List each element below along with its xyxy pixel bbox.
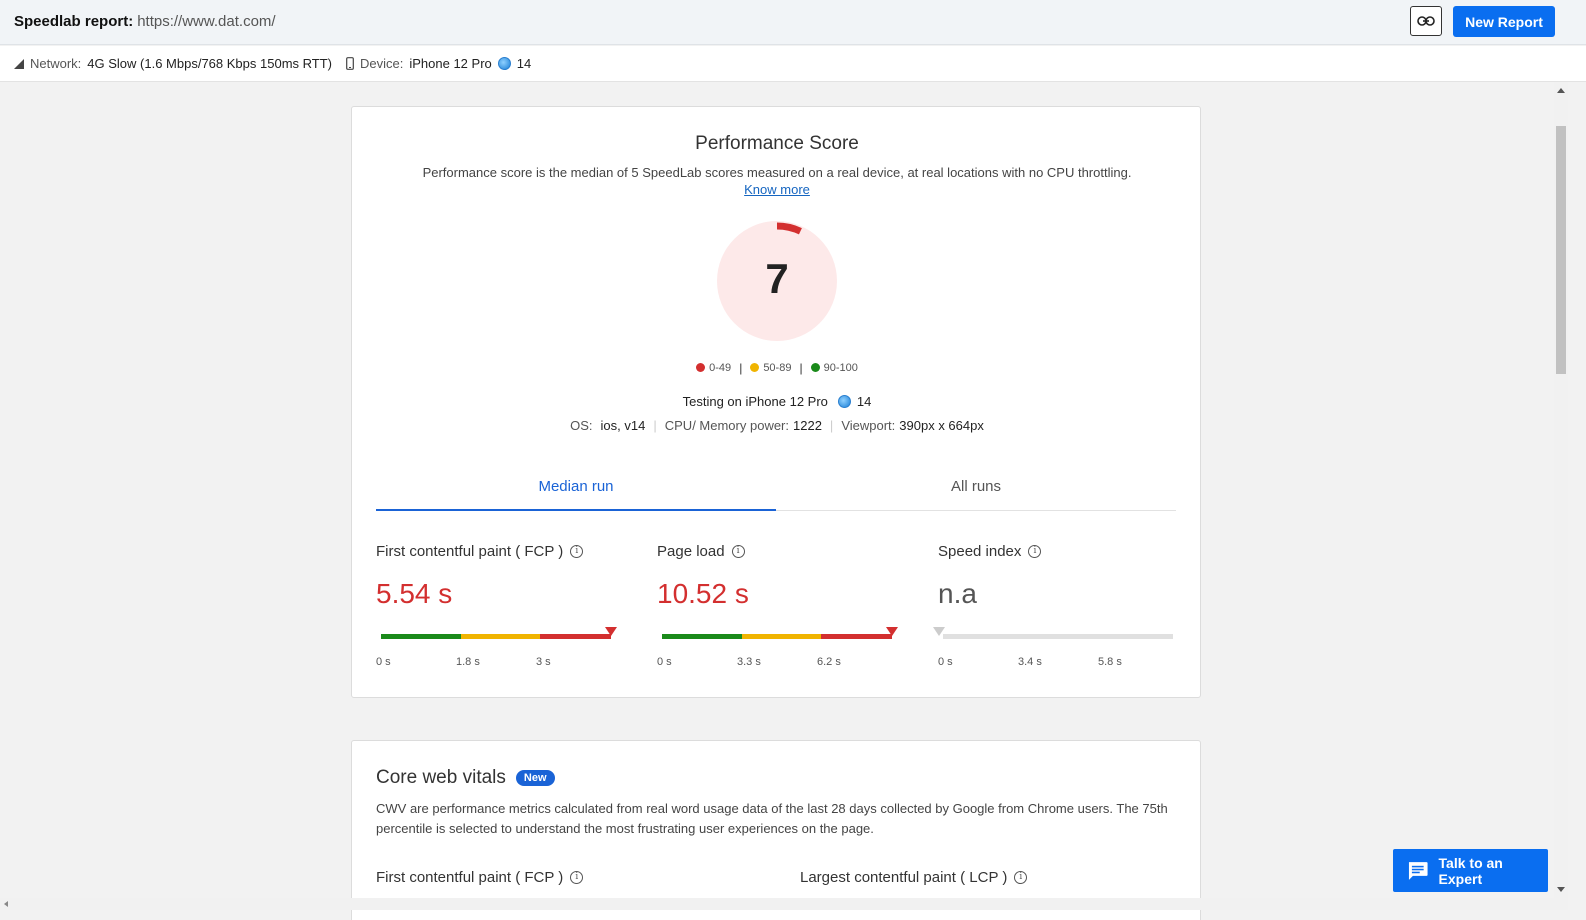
safari-icon: [837, 395, 851, 408]
legend-average: 50-89: [750, 362, 791, 374]
tick-label: 6.2 s: [817, 656, 841, 668]
cpu-value: 1222: [793, 418, 822, 433]
cpu-label: CPU/ Memory power:: [664, 418, 789, 433]
tab-median-run[interactable]: Median run: [376, 469, 776, 511]
link-icon: [1417, 16, 1435, 26]
scrollbar-thumb[interactable]: [1556, 126, 1566, 374]
scroll-left-icon[interactable]: [4, 901, 8, 907]
performance-description: Performance score is the median of 5 Spe…: [422, 165, 1132, 180]
report-url: https://www.dat.com/: [137, 13, 276, 30]
testing-device: Testing on iPhone 12 Pro 14: [352, 394, 1202, 409]
score-value: 7: [765, 255, 789, 302]
metric-value: 5.54 s: [376, 578, 453, 609]
info-icon[interactable]: i: [1028, 545, 1042, 558]
metric-label: Page load: [657, 543, 725, 560]
tick-label: 3.3 s: [737, 656, 761, 668]
info-icon[interactable]: i: [570, 871, 584, 884]
testing-text: Testing on iPhone 12 Pro: [682, 394, 828, 409]
metric-range-bar: [662, 634, 892, 639]
viewport-label: Viewport:: [841, 418, 896, 433]
metric-range-bar: [381, 634, 611, 639]
metric-value: n.a: [938, 578, 977, 609]
cwv-metric-lcp: Largest contentful paint ( LCP ) i: [800, 869, 1028, 886]
browser-version: 14: [516, 56, 532, 71]
network-label: Network:: [30, 56, 82, 71]
device-value: iPhone 12 Pro: [409, 56, 492, 71]
os-label: OS:: [570, 418, 593, 433]
info-icon[interactable]: i: [570, 545, 584, 558]
score-gauge: 7: [717, 221, 837, 341]
metric-marker-icon: [886, 627, 898, 636]
performance-score-card: Performance Score Performance score is t…: [351, 106, 1201, 698]
scroll-down-icon[interactable]: [1557, 887, 1565, 892]
metric-label: Speed index: [938, 543, 1022, 560]
device-specs: OS: ios, v14 | CPU/ Memory power: 1222 |…: [570, 418, 984, 433]
report-title: Speedlab report: https://www.dat.com/: [14, 13, 276, 30]
legend-good: 90-100: [810, 362, 858, 374]
cwv-metric-label: First contentful paint ( FCP ): [376, 869, 564, 886]
os-value: ios, v14: [600, 418, 646, 433]
phone-icon: [346, 57, 354, 70]
network-info: Network: 4G Slow (1.6 Mbps/768 Kbps 150m…: [14, 56, 332, 71]
network-value: 4G Slow (1.6 Mbps/768 Kbps 150ms RTT): [87, 56, 332, 71]
viewport-value: 390px x 664px: [899, 418, 984, 433]
core-web-vitals-card: Core web vitals New CWV are performance …: [351, 740, 1201, 920]
metric-value: 10.52 s: [657, 578, 749, 609]
metric-speed-index: Speed index i n.a 0 s 3.4 s 5.8 s: [933, 543, 1183, 673]
info-icon[interactable]: i: [1014, 871, 1028, 884]
metric-range-bar: [943, 634, 1173, 639]
signal-icon: [14, 58, 24, 69]
info-icon[interactable]: i: [731, 545, 745, 558]
metric-label: First contentful paint ( FCP ): [376, 543, 564, 560]
know-more-link[interactable]: Know more: [744, 182, 810, 197]
test-config-bar: Network: 4G Slow (1.6 Mbps/768 Kbps 150m…: [0, 46, 1586, 82]
safari-icon: [497, 57, 511, 70]
tab-all-runs[interactable]: All runs: [776, 469, 1176, 511]
cwv-metric-label: Largest contentful paint ( LCP ): [800, 869, 1008, 886]
device-info: Device: iPhone 12 Pro 14: [346, 56, 531, 71]
talk-to-expert-button[interactable]: Talk to an Expert: [1393, 849, 1548, 892]
new-badge: New: [515, 770, 555, 786]
copy-link-button[interactable]: [1410, 6, 1442, 36]
tick-label: 0 s: [376, 656, 391, 668]
horizontal-scrollbar[interactable]: [0, 898, 1568, 910]
tick-label: 5.8 s: [1098, 656, 1122, 668]
run-tabs: Median run All runs: [376, 469, 1176, 511]
chat-icon: [1408, 861, 1428, 880]
header-bar: Speedlab report: https://www.dat.com/ New…: [0, 0, 1586, 45]
metric-page-load: Page load i 10.52 s 0 s 3.3 s 6.2 s: [657, 543, 902, 673]
performance-title: Performance Score: [695, 133, 859, 154]
testing-version: 14: [856, 394, 872, 409]
vertical-scrollbar[interactable]: [1554, 82, 1568, 898]
metric-fcp: First contentful paint ( FCP ) i 5.54 s 0…: [376, 543, 621, 673]
tick-label: 0 s: [657, 656, 672, 668]
talk-label: Talk to an Expert: [1438, 854, 1503, 887]
cwv-metric-fcp: First contentful paint ( FCP ) i: [376, 869, 584, 886]
metric-marker-icon: [933, 627, 945, 636]
metric-marker-icon: [605, 627, 617, 636]
device-label: Device:: [360, 56, 404, 71]
legend-poor: 0-49: [696, 362, 731, 374]
tick-label: 3 s: [536, 656, 551, 668]
report-label: Speedlab report:: [14, 13, 134, 30]
scroll-up-icon[interactable]: [1557, 88, 1565, 93]
tick-label: 1.8 s: [456, 656, 480, 668]
new-report-button[interactable]: New Report: [1453, 6, 1555, 37]
score-legend: 0-49 | 50-89 | 90-100: [352, 361, 1202, 375]
tick-label: 3.4 s: [1018, 656, 1042, 668]
tick-label: 0 s: [938, 656, 953, 668]
cwv-title: Core web vitals: [376, 767, 506, 788]
cwv-description: CWV are performance metrics calculated f…: [376, 801, 1168, 836]
